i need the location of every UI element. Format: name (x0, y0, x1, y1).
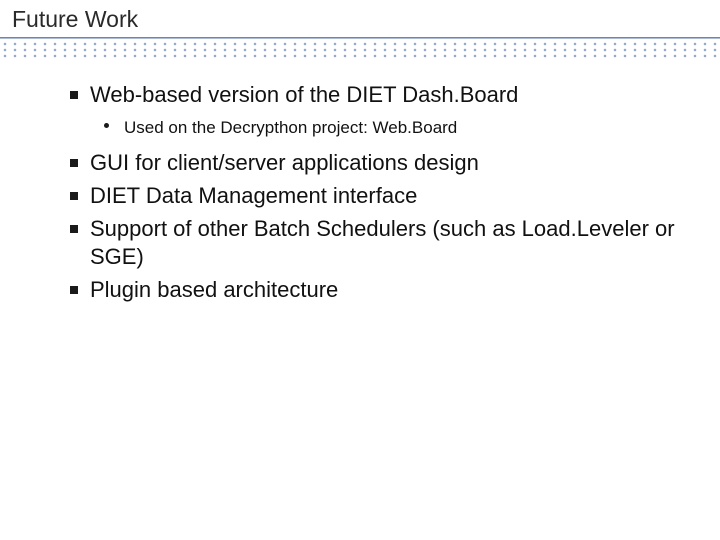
list-item: Web-based version of the DIET Dash.Board (70, 81, 680, 110)
bullet-text: Plugin based architecture (90, 277, 338, 302)
bullet-text: Support of other Batch Schedulers (such … (90, 216, 675, 270)
bullet-text: Web-based version of the DIET Dash.Board (90, 82, 518, 107)
list-item: Used on the Decrypthon project: Web.Boar… (104, 116, 680, 140)
slide-title: Future Work (0, 0, 720, 37)
dot-bullet-icon (104, 123, 109, 128)
list-item: Plugin based architecture (70, 276, 680, 305)
square-bullet-icon (70, 91, 78, 99)
list-item: DIET Data Management interface (70, 182, 680, 211)
slide-content: Web-based version of the DIET Dash.Board… (0, 59, 720, 304)
square-bullet-icon (70, 159, 78, 167)
bullet-text: GUI for client/server applications desig… (90, 150, 479, 175)
bullet-text: DIET Data Management interface (90, 183, 417, 208)
dotted-band (0, 41, 720, 59)
list-item: Support of other Batch Schedulers (such … (70, 215, 680, 272)
square-bullet-icon (70, 192, 78, 200)
bullet-text: Used on the Decrypthon project: Web.Boar… (124, 118, 457, 137)
title-underline (0, 37, 720, 39)
slide: Future Work Web-based version of the DIE… (0, 0, 720, 540)
list-item: GUI for client/server applications desig… (70, 149, 680, 178)
square-bullet-icon (70, 225, 78, 233)
square-bullet-icon (70, 286, 78, 294)
